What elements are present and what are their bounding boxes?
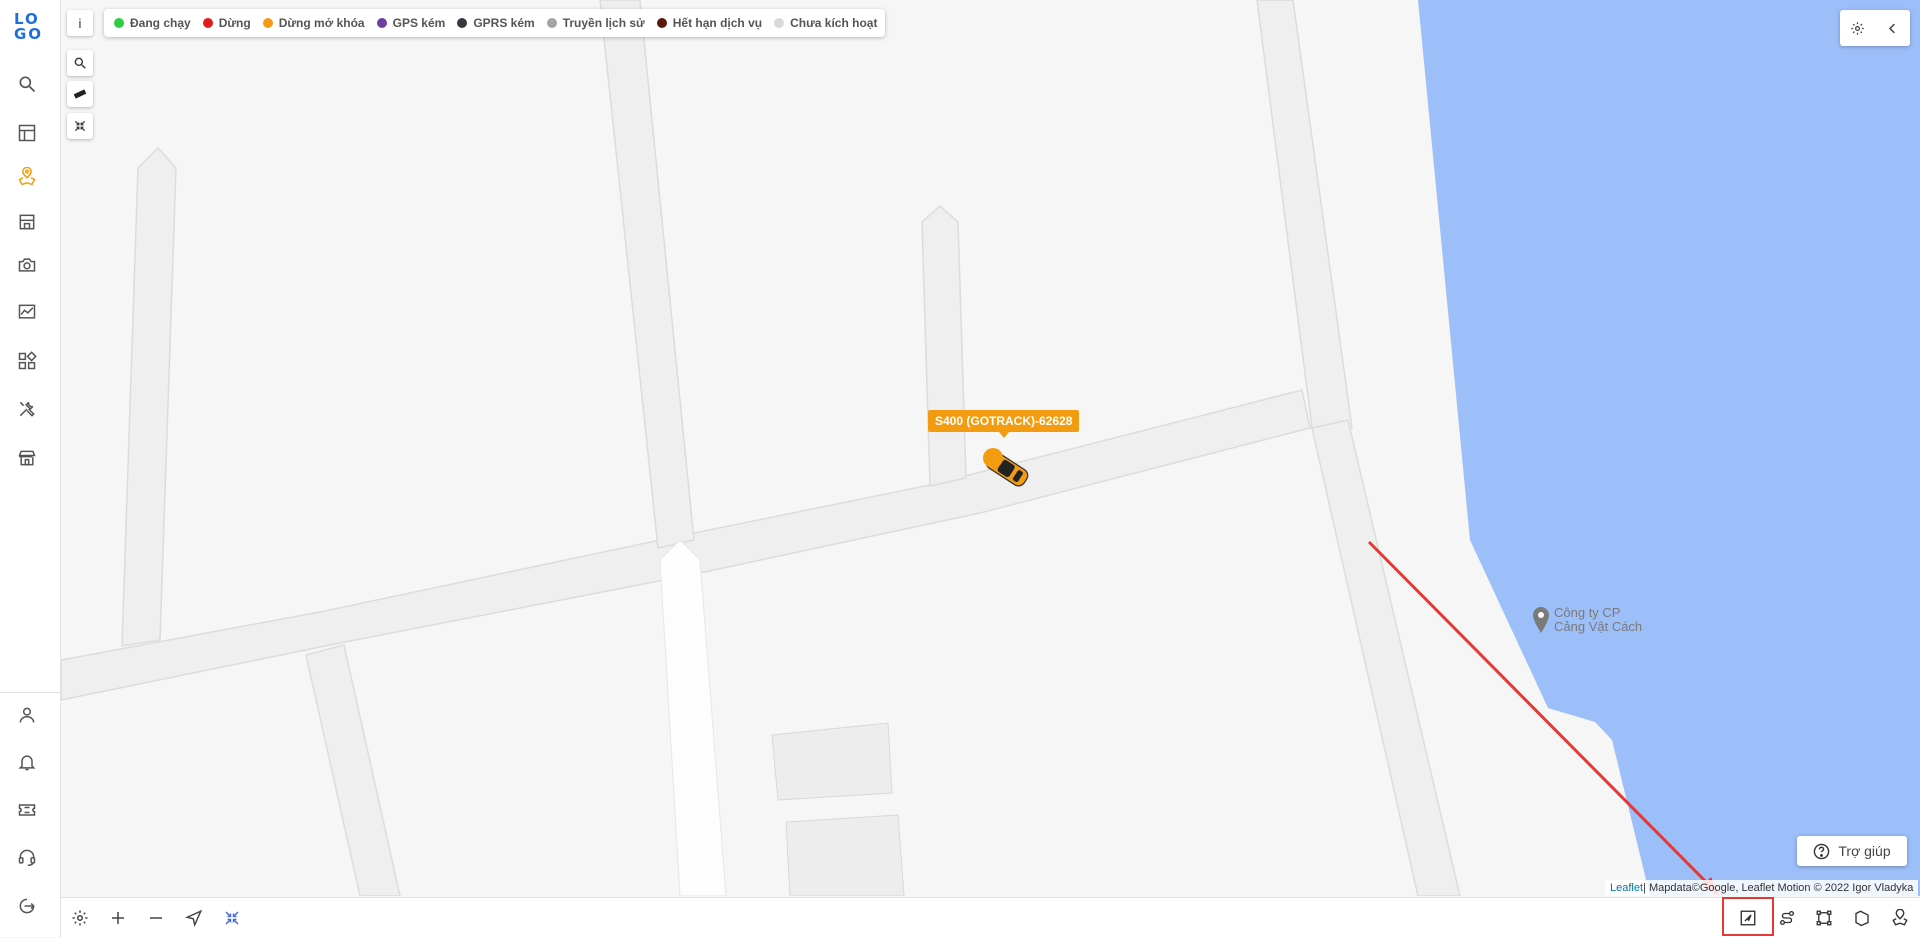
user-icon[interactable]	[16, 704, 38, 726]
help-button[interactable]: Trợ giúp	[1797, 836, 1907, 866]
ticket-icon[interactable]	[16, 799, 38, 821]
legend-item: Dừng mở khóa	[262, 16, 365, 30]
collapse-map-button[interactable]	[67, 113, 93, 139]
settings-button[interactable]	[68, 906, 92, 930]
collapse-icon	[225, 911, 239, 925]
fit-bounds-button[interactable]	[220, 906, 244, 930]
map-user-button[interactable]	[1888, 906, 1912, 930]
collapse-icon	[74, 120, 86, 132]
route-button[interactable]	[1775, 906, 1799, 930]
locate-button[interactable]	[182, 906, 206, 930]
status-dot-icon	[376, 18, 387, 28]
status-dot-icon	[114, 18, 124, 28]
leaflet-link[interactable]: Leaflet	[1610, 882, 1643, 894]
map-search-button[interactable]	[67, 50, 93, 76]
zoom-in-button[interactable]	[106, 906, 130, 930]
legend-item: Dừng	[202, 16, 251, 30]
map-select-icon	[1740, 910, 1756, 926]
status-dot-icon	[262, 18, 273, 28]
legend-item: GPS kém	[376, 16, 445, 30]
poi-marker[interactable]: Công ty CP Cảng Vật Cách	[1531, 606, 1642, 634]
question-icon	[1814, 843, 1830, 859]
store-icon[interactable]	[16, 211, 38, 233]
legend-item: Đang chạy	[114, 16, 191, 30]
bell-icon[interactable]	[16, 751, 38, 773]
bottom-toolbar	[61, 897, 1920, 938]
zone-button[interactable]	[1850, 906, 1874, 930]
left-sidebar: LO GO	[0, 0, 61, 937]
tools-icon[interactable]	[16, 398, 38, 420]
chart-icon[interactable]	[16, 301, 38, 323]
location-pin-icon	[1533, 607, 1549, 633]
map-tiles	[61, 0, 1920, 896]
status-legend: Đang chạy Dừng Dừng mở khóa GPS kém GPRS…	[104, 9, 886, 37]
map-pin-icon[interactable]	[16, 166, 38, 188]
minus-icon	[150, 917, 162, 919]
legend-item: Truyền lịch sử	[546, 16, 645, 30]
zoom-out-button[interactable]	[144, 906, 168, 930]
vehicle-label[interactable]: S400 (GOTRACK)-62628	[928, 410, 1080, 438]
map-select-button[interactable]	[1736, 906, 1760, 930]
collapse-panel-button[interactable]	[1885, 21, 1900, 36]
navigation-icon	[185, 909, 203, 927]
shop-icon[interactable]	[16, 447, 38, 469]
settings-button[interactable]	[1850, 21, 1865, 36]
gear-icon	[72, 910, 88, 926]
headset-icon[interactable]	[16, 846, 38, 868]
route-icon	[1779, 910, 1795, 926]
legend-info-button[interactable]: i	[67, 10, 93, 36]
top-right-controls	[1840, 10, 1910, 46]
search-icon[interactable]	[16, 73, 38, 95]
status-dot-icon	[202, 18, 213, 28]
status-dot-icon	[656, 18, 667, 28]
measure-button[interactable]	[67, 81, 93, 107]
search-icon	[74, 57, 86, 69]
sidebar-divider	[0, 692, 60, 693]
apps-icon[interactable]	[16, 350, 38, 372]
camera-icon[interactable]	[16, 254, 38, 276]
status-dot-icon	[457, 18, 468, 28]
chevron-left-icon	[1888, 23, 1895, 33]
legend-item: Hết hạn dịch vụ	[656, 16, 762, 30]
zone-icon	[1855, 910, 1869, 927]
status-dot-icon	[774, 18, 785, 28]
area-icon	[1816, 910, 1832, 926]
map-pin-icon	[1892, 909, 1908, 926]
gear-icon	[1851, 21, 1864, 35]
map-view[interactable]	[61, 0, 1920, 896]
ruler-icon	[73, 89, 87, 99]
app-logo[interactable]: LO GO	[14, 12, 46, 42]
area-button[interactable]	[1812, 906, 1836, 930]
status-dot-icon	[546, 18, 557, 28]
logout-icon[interactable]	[16, 895, 38, 917]
plus-icon	[112, 912, 124, 924]
legend-item: Chưa kích hoạt	[774, 16, 877, 30]
dashboard-icon[interactable]	[16, 122, 38, 144]
legend-item: GPRS kém	[457, 16, 535, 30]
map-attribution: Leaflet | Mapdata©Google, Leaflet Motion…	[1605, 880, 1919, 896]
poi-label: Công ty CP Cảng Vật Cách	[1554, 605, 1643, 634]
